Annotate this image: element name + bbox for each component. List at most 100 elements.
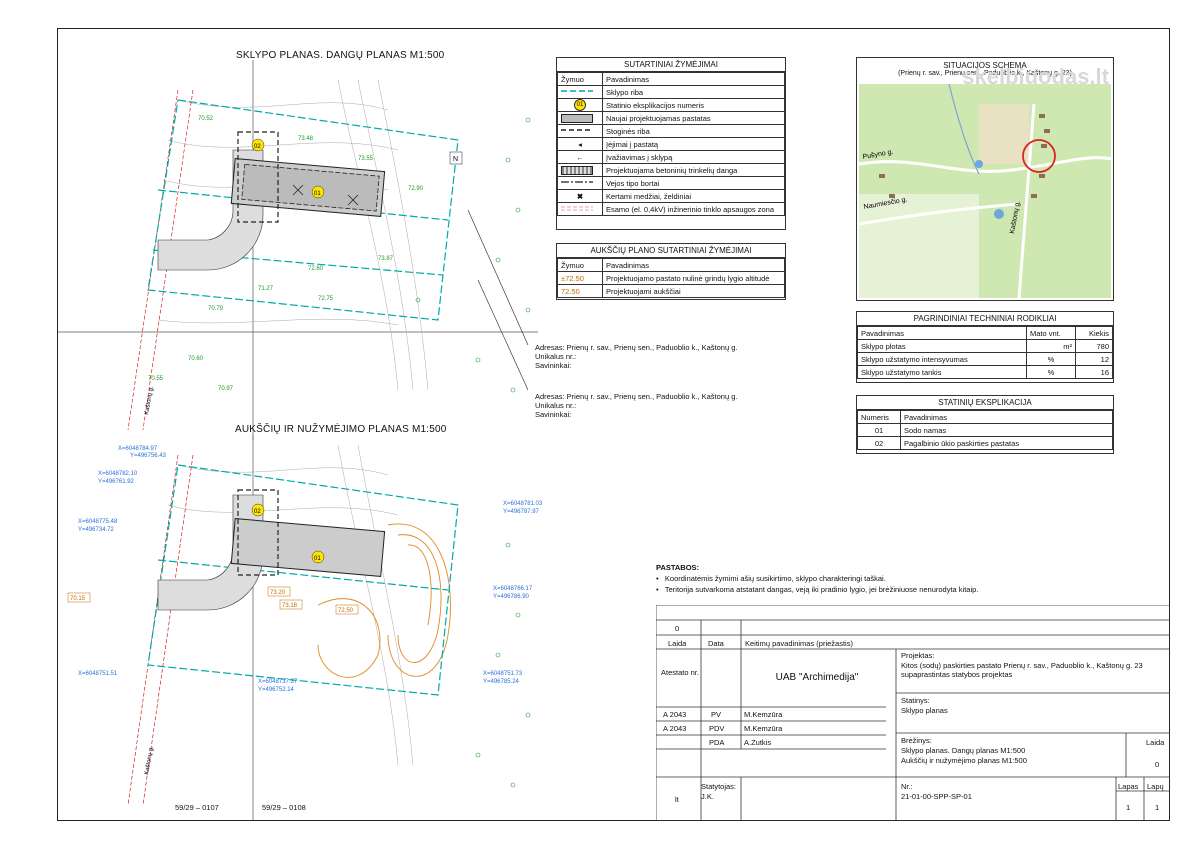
indicator-value: 780 bbox=[1075, 339, 1113, 353]
svg-text:71.27: 71.27 bbox=[258, 286, 274, 292]
height-legend-row: Projektuojamo pastato nulinė grindų lygi… bbox=[602, 271, 785, 285]
staff-role: PDV bbox=[709, 724, 725, 733]
legend-row: Sklypo riba bbox=[602, 85, 785, 99]
coord-label: X=6048737.37 bbox=[258, 679, 298, 685]
height-legend-col1: Žymuo bbox=[557, 258, 603, 272]
staff-atest: A 2043 bbox=[663, 724, 687, 733]
legend-row: Esamo (el. 0,4kV) inžinerinio tinklo aps… bbox=[602, 202, 785, 216]
svg-text:70.52: 70.52 bbox=[198, 116, 214, 122]
svg-text:Kaštonų g.: Kaštonų g. bbox=[144, 386, 155, 416]
staff-atest: A 2043 bbox=[663, 710, 687, 719]
legend-row: Stoginės riba bbox=[602, 124, 785, 138]
coord-label: Y=496734.72 bbox=[78, 527, 115, 533]
svg-text:70.79: 70.79 bbox=[208, 306, 224, 312]
lapas-label: Lapas bbox=[1118, 782, 1139, 791]
legend-box: SUTARTINIAI ŽYMĖJIMAI Žymuo Pavadinimas S… bbox=[556, 57, 786, 230]
svg-text:70.60: 70.60 bbox=[188, 356, 204, 362]
coord-label: X=6048775.48 bbox=[78, 519, 118, 525]
owners-line: Savininkai: bbox=[535, 410, 572, 419]
coord-label: Y=496785.24 bbox=[483, 679, 520, 685]
svg-text:72.60: 72.60 bbox=[308, 266, 324, 272]
sheet-ref-right: 59/29 – 0108 bbox=[262, 803, 306, 812]
projektas-label: Projektas: bbox=[901, 651, 935, 660]
bottom-plan-drawing: 02 01 X=6048784.97 Y=496756.43 X=6048781… bbox=[67, 435, 543, 820]
explication-name: Pagalbinio ūkio paskirties pastatas bbox=[900, 436, 1113, 450]
legend-col1: Žymuo bbox=[557, 72, 603, 86]
level-label: 73.20 bbox=[270, 590, 286, 596]
svg-text:N: N bbox=[453, 156, 458, 163]
notes-block: PASTABOS: • Koordinatėmis žymimi ašių su… bbox=[656, 562, 978, 595]
owners-line: Savininkai: bbox=[535, 361, 572, 370]
legend-row: Naujai projektuojamas pastatas bbox=[602, 111, 785, 125]
staff-name: M.Kemzūra bbox=[744, 710, 783, 719]
legend-col2: Pavadinimas bbox=[602, 72, 785, 86]
lapu-value: 1 bbox=[1155, 803, 1160, 812]
indicators-title: PAGRINDINIAI TECHNINIAI RODIKLIAI bbox=[857, 312, 1113, 326]
coord-label: X=6048766.17 bbox=[493, 586, 533, 592]
laida2-value: 0 bbox=[1155, 760, 1160, 769]
indicators-box: PAGRINDINIAI TECHNINIAI RODIKLIAI Pavadi… bbox=[856, 311, 1114, 383]
coord-label: X=6048784.97 bbox=[118, 446, 158, 452]
staff-role: PV bbox=[711, 710, 722, 719]
brezinys-line: Aukščių ir nužymėjimo planas M1:500 bbox=[901, 756, 1027, 765]
lapu-label: Lapų bbox=[1147, 782, 1164, 791]
legend-row: Kertami medžiai, želdiniai bbox=[602, 189, 785, 203]
height-symbol: 72.50 bbox=[557, 284, 603, 298]
legend-row: Vejos tipo bortai bbox=[602, 176, 785, 190]
coord-label: Y=496756.43 bbox=[130, 453, 167, 459]
indicator-name: Sklypo užstatymo intensyvumas bbox=[857, 352, 1027, 366]
legend-row: Įvažiavimas į sklypą bbox=[602, 150, 785, 164]
svg-text:73.87: 73.87 bbox=[378, 256, 394, 262]
brezinys-line: Sklypo planas. Dangų planas M1:500 bbox=[901, 746, 1026, 755]
note-item: • Koordinatėmis žymimi ašių susikirtimo,… bbox=[656, 574, 886, 583]
note-item: • Teritorija sutvarkoma atstatant dangas… bbox=[656, 585, 979, 594]
indicator-name: Sklypo užstatymo tankis bbox=[857, 365, 1027, 379]
address-block-2: Adresas: Prienų r. sav., Prienų sen., Pa… bbox=[535, 392, 737, 419]
indicators-header: Mato vnt. bbox=[1026, 326, 1076, 340]
height-legend-col2: Pavadinimas bbox=[602, 258, 785, 272]
bottom-plan-title: AUKŠČIŲ IR NUŽYMĖJIMO PLANAS M1:500 bbox=[235, 424, 447, 435]
coord-label: X=6048751.51 bbox=[78, 671, 118, 677]
company-name: UAB "Archimedija" bbox=[775, 672, 859, 683]
nr-value: 21-01-00-SPP-SP-01 bbox=[901, 792, 972, 801]
revision-zero: 0 bbox=[675, 624, 680, 633]
coord-label: Y=496761.92 bbox=[98, 479, 135, 485]
lt-label: lt bbox=[675, 795, 679, 804]
legend-row: Projektuojama betoninių trinkelių danga bbox=[602, 163, 785, 177]
address-line: Adresas: Prienų r. sav., Prienų sen., Pa… bbox=[535, 343, 738, 352]
svg-text:70.97: 70.97 bbox=[218, 386, 234, 392]
keitimu-label: Keitimų pavadinimas (priežastis) bbox=[745, 639, 853, 648]
explication-header: Pavadinimas bbox=[900, 410, 1113, 424]
bottom-label-02: 02 bbox=[254, 509, 261, 515]
statytojas-label: Statytojas: bbox=[701, 782, 737, 791]
height-symbol: ±72.50 bbox=[557, 271, 603, 285]
top-label-02: 02 bbox=[254, 144, 261, 150]
explication-name: Sodo namas bbox=[900, 423, 1113, 437]
indicator-unit: % bbox=[1026, 352, 1076, 366]
height-legend-title: AUKŠČIŲ PLANO SUTARTINIAI ŽYMĖJIMAI bbox=[557, 244, 785, 258]
indicator-unit: m² bbox=[1026, 339, 1076, 353]
top-label-01: 01 bbox=[314, 191, 321, 197]
svg-text:73.48: 73.48 bbox=[298, 136, 314, 142]
laida-label: Laida bbox=[668, 639, 687, 648]
explication-number: 02 bbox=[857, 436, 901, 450]
svg-text:70.55: 70.55 bbox=[148, 376, 164, 382]
explication-title: STATINIŲ EKSPLIKACIJA bbox=[857, 396, 1113, 410]
situation-box: SITUACIJOS SCHEMA (Prienų r. sav., Prien… bbox=[856, 57, 1114, 301]
unique-nr-line: Unikalus nr.: bbox=[535, 401, 577, 410]
address-line: Adresas: Prienų r. sav., Prienų sen., Pa… bbox=[535, 392, 738, 401]
svg-text:72.75: 72.75 bbox=[318, 296, 334, 302]
explication-box: STATINIŲ EKSPLIKACIJA Numeris Pavadinimas… bbox=[856, 395, 1114, 454]
coord-label: X=6048781.03 bbox=[503, 501, 543, 507]
driveway-arrow-icon: ← bbox=[557, 150, 603, 164]
bottom-label-01: 01 bbox=[314, 556, 321, 562]
indicator-value: 12 bbox=[1075, 352, 1113, 366]
statinys-label: Statinys: bbox=[901, 696, 930, 705]
level-label: 72.50 bbox=[338, 608, 354, 614]
unique-nr-line: Unikalus nr.: bbox=[535, 352, 577, 361]
staff-name: M.Kemzūra bbox=[744, 724, 783, 733]
indicators-header: Pavadinimas bbox=[857, 326, 1027, 340]
level-label: 70.15 bbox=[70, 596, 86, 602]
atestato-label: Atestato nr. bbox=[661, 668, 699, 677]
indicator-unit: % bbox=[1026, 365, 1076, 379]
